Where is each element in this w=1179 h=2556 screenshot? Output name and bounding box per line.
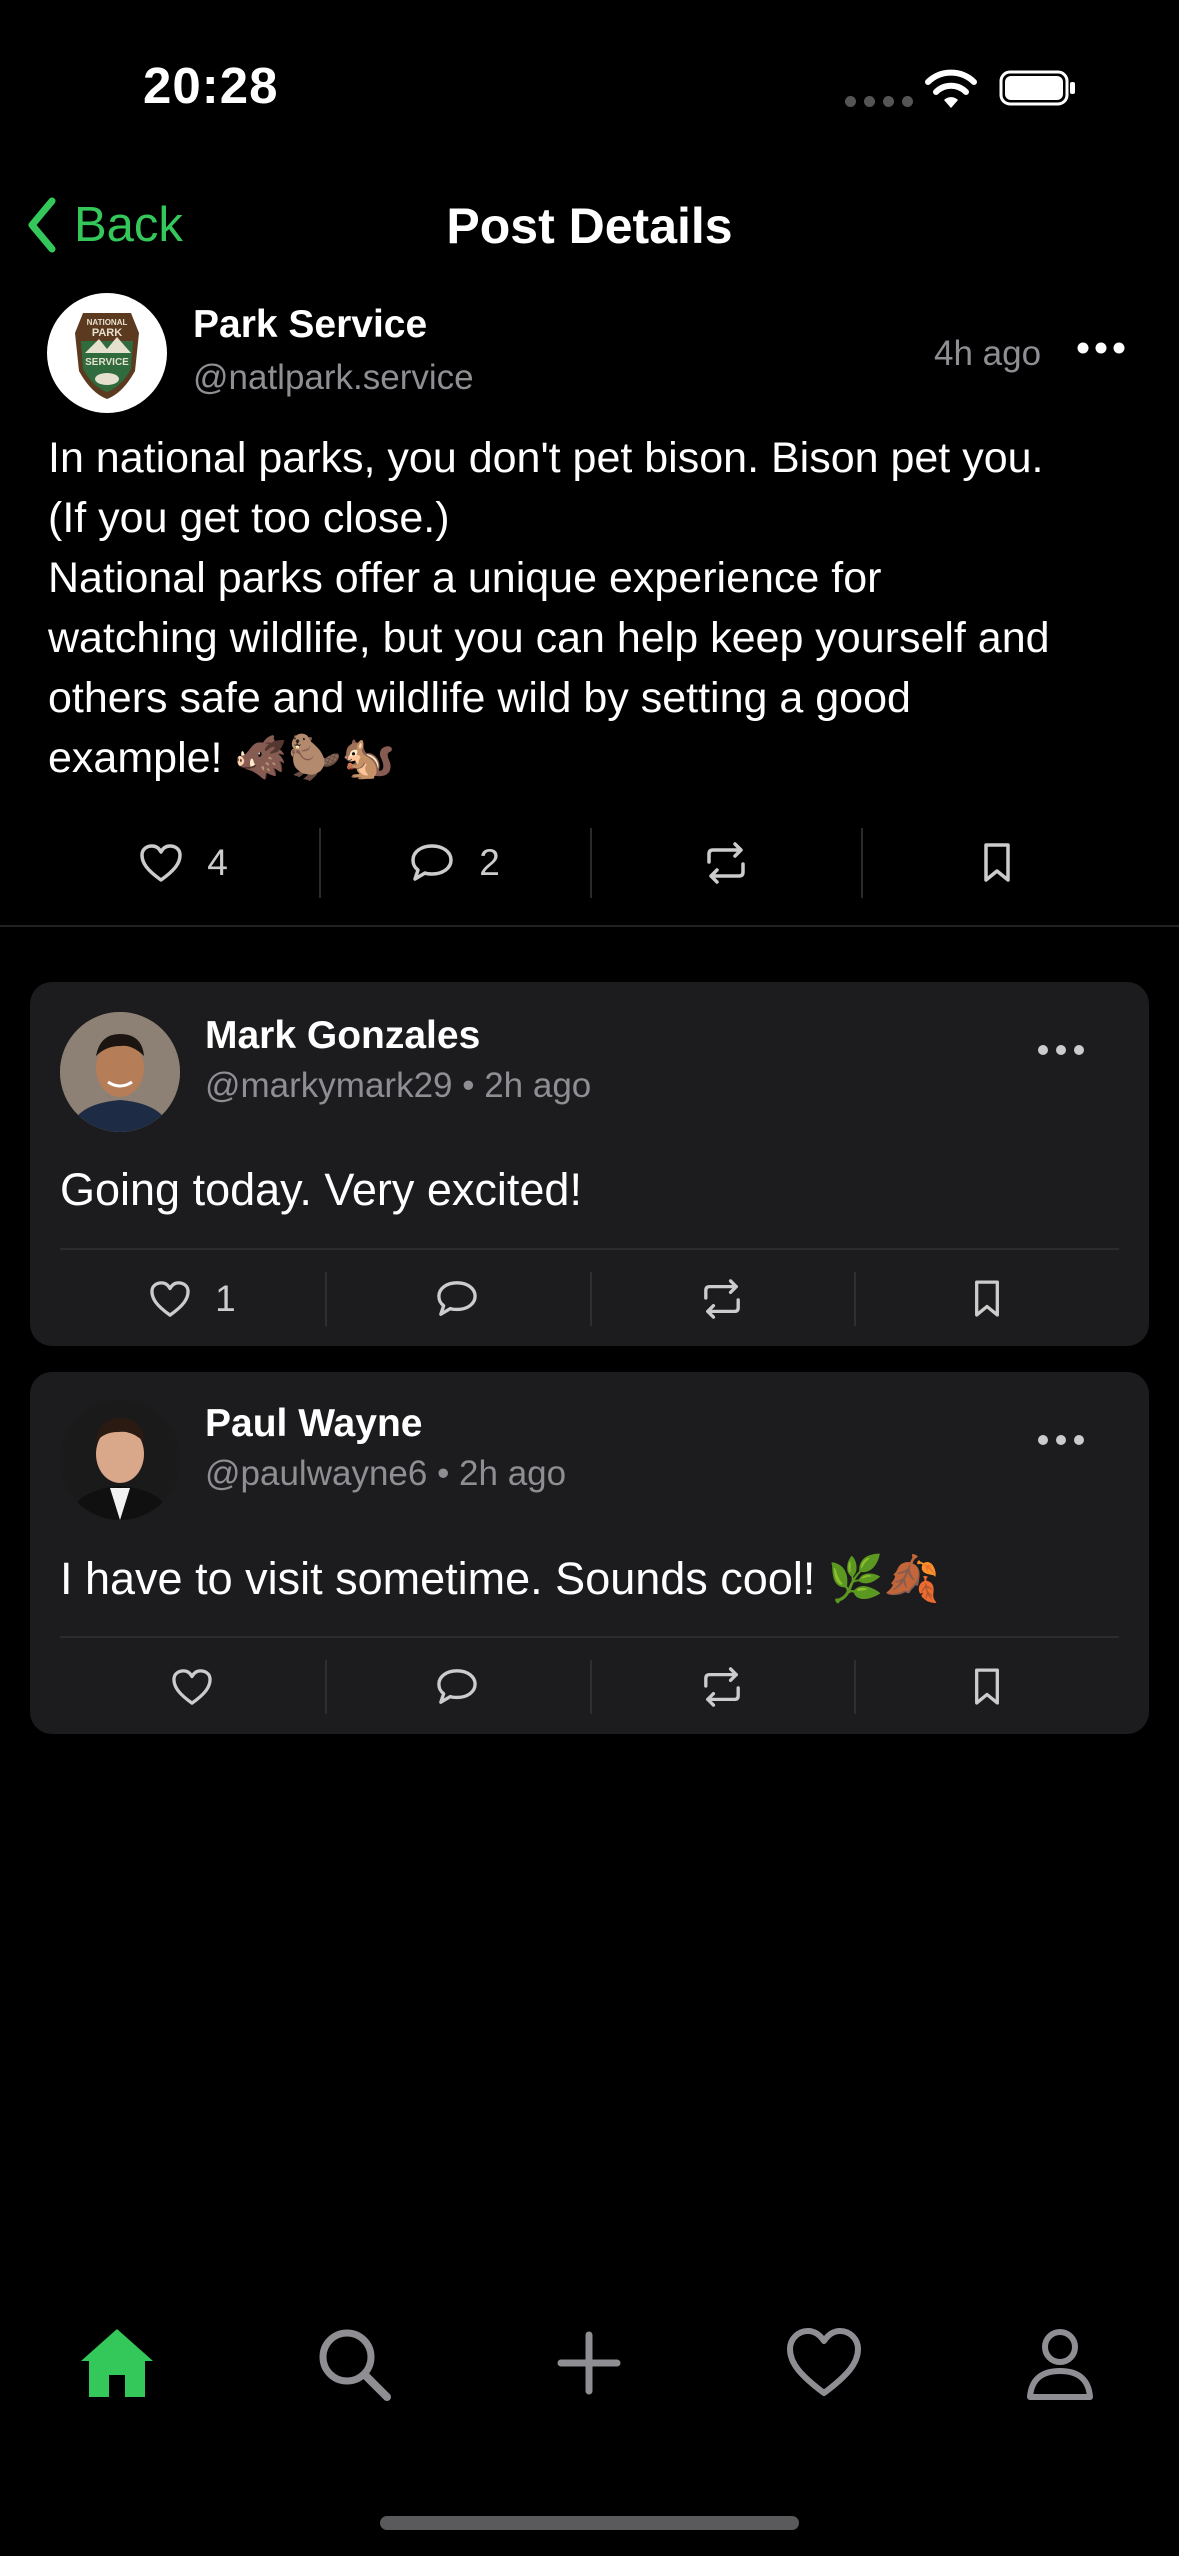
comment-meta: @markymark29 • 2h ago xyxy=(205,1066,591,1106)
comment-action-bar xyxy=(60,1638,1119,1736)
post-line: (If you get too close.) xyxy=(48,494,450,542)
post-line: watching wildlife, but you can help keep… xyxy=(48,614,1050,662)
post-line: In national parks, you don't pet bison. … xyxy=(48,434,1044,482)
svg-text:SERVICE: SERVICE xyxy=(85,357,129,368)
bookmark-button[interactable] xyxy=(854,1638,1119,1736)
cellular-signal-icon xyxy=(845,96,913,107)
avatar[interactable] xyxy=(60,1012,180,1132)
more-options-icon[interactable] xyxy=(1075,336,1127,360)
comment-card: Mark Gonzales @markymark29 • 2h ago Goin… xyxy=(30,982,1149,1346)
bookmark-button[interactable] xyxy=(861,818,1132,908)
separator-dot: • xyxy=(452,1066,485,1105)
battery-icon xyxy=(999,70,1075,106)
post-line: example! 🐗🦫🐿️ xyxy=(48,734,396,782)
like-button[interactable] xyxy=(60,1638,325,1736)
post-author-name[interactable]: Park Service xyxy=(193,303,427,347)
avatar-photo xyxy=(60,1012,180,1132)
avatar-photo xyxy=(60,1400,180,1520)
heart-icon xyxy=(150,1281,190,1317)
tab-search-icon[interactable] xyxy=(313,2323,393,2403)
comment-action-bar: 1 xyxy=(60,1250,1119,1348)
like-count: 1 xyxy=(215,1278,236,1319)
avatar[interactable] xyxy=(60,1400,180,1520)
tab-add-post-icon[interactable] xyxy=(549,2323,629,2403)
heart-icon xyxy=(140,844,182,882)
more-options-icon[interactable] xyxy=(1035,1038,1087,1062)
bookmark-icon xyxy=(983,843,1010,882)
svg-text:NATIONAL: NATIONAL xyxy=(87,318,128,327)
comment-button[interactable]: 2 xyxy=(319,818,590,908)
heart-icon xyxy=(172,1669,213,1705)
comment-icon xyxy=(437,1281,477,1316)
bookmark-button[interactable] xyxy=(854,1250,1119,1348)
tab-activity-icon[interactable] xyxy=(784,2323,864,2403)
svg-text:PARK: PARK xyxy=(92,327,122,339)
repost-icon xyxy=(704,1667,740,1707)
comment-card: Paul Wayne @paulwayne6 • 2h ago I have t… xyxy=(30,1372,1149,1734)
more-options-icon[interactable] xyxy=(1035,1428,1087,1452)
comment-timestamp: 2h ago xyxy=(484,1066,592,1105)
comment-button[interactable] xyxy=(324,1638,590,1736)
tab-home-icon[interactable] xyxy=(77,2323,157,2403)
repost-button[interactable] xyxy=(589,1638,855,1736)
home-indicator xyxy=(380,2516,799,2530)
repost-button[interactable] xyxy=(589,1250,855,1348)
park-service-logo: NATIONAL PARK SERVICE xyxy=(75,313,139,399)
tab-profile-icon[interactable] xyxy=(1020,2323,1100,2403)
comment-count: 2 xyxy=(479,842,500,883)
avatar[interactable]: NATIONAL PARK SERVICE xyxy=(47,293,167,413)
bookmark-icon xyxy=(974,1668,999,1705)
comment-author-handle[interactable]: @paulwayne6 xyxy=(205,1454,427,1493)
divider xyxy=(0,925,1179,927)
post-action-bar: 4 2 xyxy=(48,818,1132,908)
comment-button[interactable] xyxy=(324,1250,590,1348)
repost-button[interactable] xyxy=(590,818,861,908)
comment-text: I have to visit sometime. Sounds cool! 🌿… xyxy=(60,1553,940,1604)
comment-meta: @paulwayne6 • 2h ago xyxy=(205,1454,566,1494)
comment-icon xyxy=(437,1669,477,1704)
comment-text: Going today. Very excited! xyxy=(60,1164,582,1215)
separator-dot: • xyxy=(427,1454,460,1493)
post-line: National parks offer a unique experience… xyxy=(48,554,882,602)
comment-icon xyxy=(411,844,453,881)
wifi-icon xyxy=(925,69,977,108)
like-button[interactable]: 1 xyxy=(60,1250,325,1348)
post-author-handle[interactable]: @natlpark.service xyxy=(193,358,474,398)
post-timestamp: 4h ago xyxy=(934,334,1042,373)
repost-icon xyxy=(704,1279,740,1319)
comment-author-handle[interactable]: @markymark29 xyxy=(205,1066,453,1105)
status-time: 20:28 xyxy=(143,57,279,114)
comment-author-name[interactable]: Paul Wayne xyxy=(205,1402,422,1446)
post-body: In national parks, you don't pet bison. … xyxy=(48,428,1148,788)
like-count: 4 xyxy=(207,842,228,883)
comment-author-name[interactable]: Mark Gonzales xyxy=(205,1014,480,1058)
comment-timestamp: 2h ago xyxy=(459,1454,567,1493)
like-button[interactable]: 4 xyxy=(48,818,319,908)
bookmark-icon xyxy=(974,1280,999,1317)
post-line: others safe and wildlife wild by setting… xyxy=(48,674,911,722)
page-title: Post Details xyxy=(446,198,733,254)
repost-icon xyxy=(706,842,745,884)
